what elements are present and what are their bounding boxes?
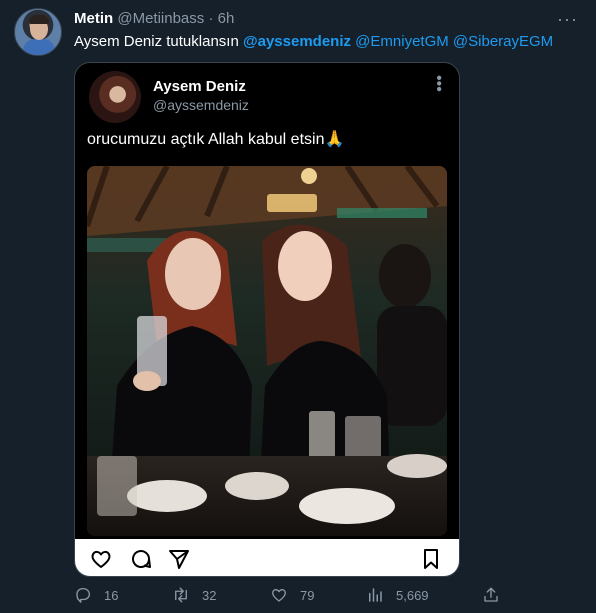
views-button[interactable]: 5,669 [366, 584, 429, 606]
bookmark-icon[interactable] [419, 547, 443, 571]
mention-link[interactable]: @ayssemdeniz [243, 33, 351, 50]
photo-illustration [87, 166, 447, 536]
embedded-post-image[interactable]: Aysem Deniz @ayssemdeniz ••• orucumuzu a… [74, 62, 460, 577]
like-count: 79 [300, 587, 315, 603]
tweet-text: Aysem Deniz tutuklansın @ayssemdeniz @Em… [74, 32, 553, 51]
retweet-button[interactable]: 32 [172, 584, 216, 606]
mention-link[interactable]: @SiberayEGM [453, 33, 553, 50]
like-button[interactable]: 79 [270, 584, 314, 606]
share-send-icon[interactable] [167, 547, 191, 571]
reply-count: 16 [104, 587, 119, 603]
embedded-more-icon: ••• [430, 75, 447, 92]
reply-icon [76, 587, 91, 603]
more-options-icon[interactable]: ··· [557, 9, 578, 30]
avatar-shirt [23, 39, 55, 55]
avatar[interactable] [14, 8, 62, 56]
comment-icon[interactable] [129, 547, 153, 571]
reply-button[interactable]: 16 [74, 584, 118, 606]
author-handle[interactable]: @Metiinbass [117, 10, 204, 27]
author-name[interactable]: Metin [74, 10, 113, 27]
post-photo [87, 166, 447, 536]
views-chart-icon [369, 588, 382, 602]
heart-icon [271, 589, 287, 602]
tweet-text-prefix: Aysem Deniz tutuklansın [74, 33, 243, 50]
tweet-actions: 16 32 79 5,669 [74, 584, 514, 606]
heart-outline-icon[interactable] [89, 547, 113, 571]
avatar-hair [29, 15, 49, 24]
timestamp[interactable]: 6h [218, 10, 235, 27]
embedded-author-handle: @ayssemdeniz [153, 97, 249, 113]
share-icon [484, 587, 498, 602]
embedded-actions-bar [75, 539, 459, 576]
embedded-post-text: orucumuzu açtık Allah kabul etsin🙏 [87, 131, 345, 148]
share-button[interactable] [482, 584, 500, 606]
retweet-count: 32 [202, 587, 217, 603]
tweet[interactable]: Metin @Metiinbass · 6h ··· Aysem Deniz t… [0, 0, 596, 613]
embedded-author-name: Aysem Deniz [153, 78, 246, 95]
tweet-header: Metin @Metiinbass · 6h [74, 10, 234, 28]
mention-link[interactable]: @EmniyetGM [355, 33, 449, 50]
retweet-icon [175, 587, 187, 603]
embedded-avatar [89, 71, 141, 123]
views-count: 5,669 [396, 587, 429, 603]
separator-dot: · [208, 10, 214, 27]
